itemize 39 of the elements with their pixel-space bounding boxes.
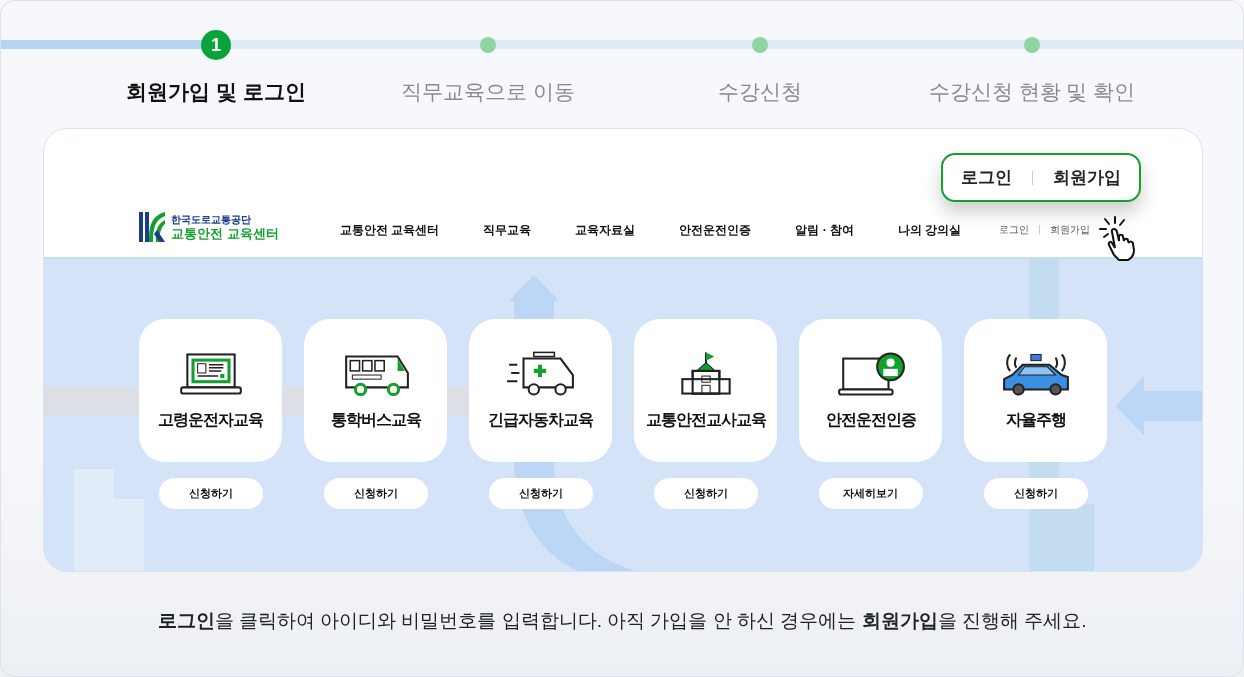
course-title: 자율주행 xyxy=(1005,409,1066,430)
step-label: 수강신청 현황 및 확인 xyxy=(927,79,1137,105)
step-label: 회원가입 및 로그인 xyxy=(125,79,307,105)
step-label: 직무교육으로 이동 xyxy=(400,79,576,105)
nav-link[interactable]: 교육자료실 xyxy=(575,221,636,239)
course-title: 교통안전교사교육 xyxy=(645,409,766,430)
step-number: 1 xyxy=(201,30,231,60)
course-title: 통학버스교육 xyxy=(330,409,421,430)
course-title: 긴급자동차교육 xyxy=(488,409,593,430)
nav-link[interactable]: 직무교육 xyxy=(483,221,532,239)
course-title: 안전운전인증 xyxy=(825,409,916,430)
account-link[interactable]: 로그인 xyxy=(999,222,1029,237)
instruction-text: 로그인을 클릭하여 아이디와 비밀번호를 입력합니다. 아직 가입을 안 하신 경우에는 회원가입을 진행해 주세요. xyxy=(156,609,1088,633)
nav-link[interactable]: 안전운전인증 xyxy=(679,221,752,239)
course-title: 고령운전자교육 xyxy=(158,409,263,430)
logo-org-name: 한국도로교통공단 xyxy=(171,213,252,226)
course-card[interactable]: 안전운전인증 xyxy=(799,319,942,462)
course-card[interactable]: 자율주행 xyxy=(964,319,1107,462)
course-card[interactable]: 고령운전자교육 xyxy=(139,319,282,462)
ambulance-icon xyxy=(504,349,577,398)
apply-button[interactable]: 신청하기 xyxy=(653,478,758,509)
step-label: 수강신청 xyxy=(717,79,803,105)
course-card[interactable]: 교통안전교사교육 xyxy=(634,319,777,462)
nav-link[interactable]: 나의 강의실 xyxy=(898,221,962,239)
site-logo[interactable]: 한국도로교통공단 교통안전 교육센터 xyxy=(139,212,279,242)
account-link[interactable]: 회원가입 xyxy=(1053,164,1121,191)
apply-button[interactable]: 자세히보기 xyxy=(818,478,923,509)
apply-button[interactable]: 신청하기 xyxy=(323,478,428,509)
course-card[interactable]: 통학버스교육 xyxy=(304,319,447,462)
apply-button[interactable]: 신청하기 xyxy=(488,478,593,509)
nav-link[interactable]: 알림 · 참여 xyxy=(795,221,854,239)
apply-button[interactable]: 신청하기 xyxy=(983,478,1088,509)
logo-icon xyxy=(139,212,165,242)
course-card[interactable]: 긴급자동차교육 xyxy=(469,319,612,462)
account-link[interactable]: 회원가입 xyxy=(1050,222,1090,237)
apply-button[interactable]: 신청하기 xyxy=(158,478,263,509)
account-link[interactable]: 로그인 xyxy=(961,164,1012,191)
nav-link[interactable]: 교통안전 교육센터 xyxy=(340,221,440,239)
logo-site-name: 교통안전 교육센터 xyxy=(171,225,279,241)
